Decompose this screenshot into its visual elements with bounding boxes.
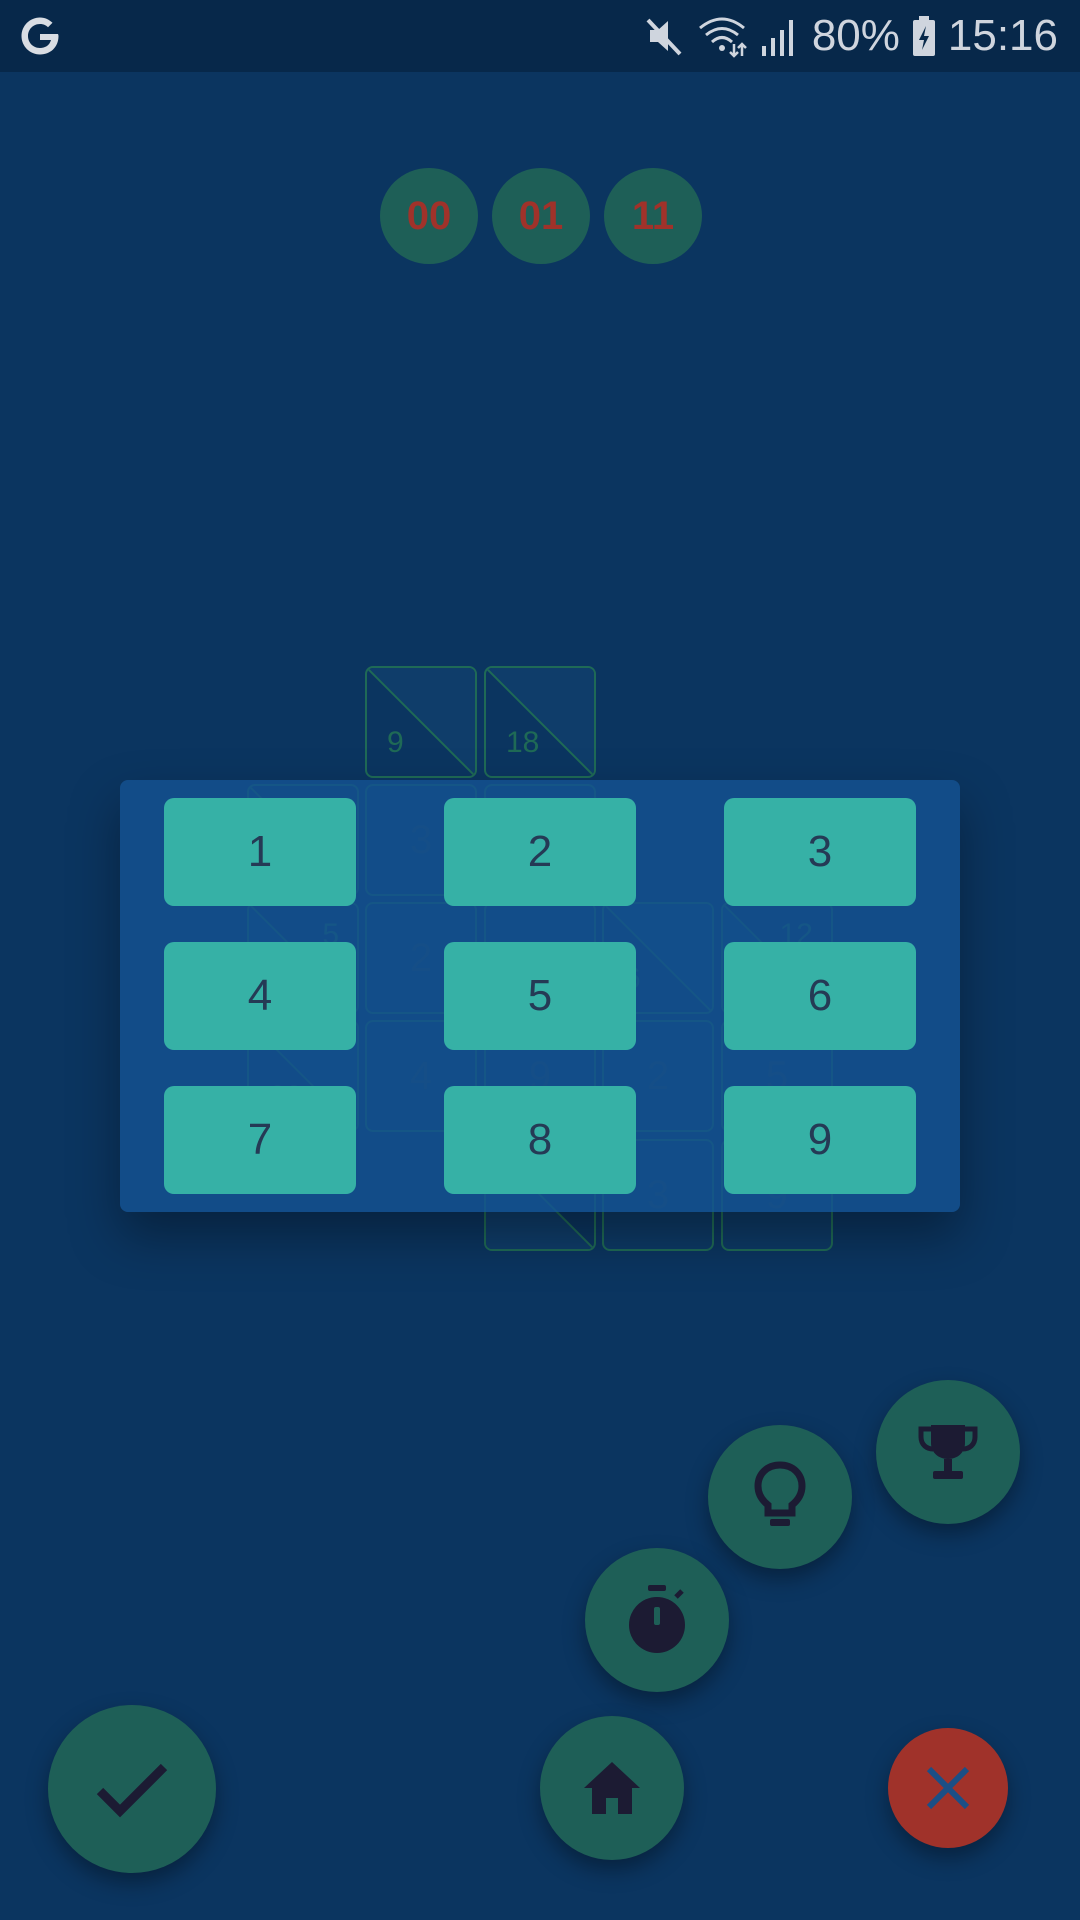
number-button-3[interactable]: 3 — [724, 798, 916, 906]
google-g-icon — [21, 17, 59, 55]
mute-icon — [646, 18, 682, 56]
number-button-1[interactable]: 1 — [164, 798, 356, 906]
timer-minutes: 01 — [492, 168, 590, 264]
check-icon — [96, 1763, 168, 1818]
number-button-4[interactable]: 4 — [164, 942, 356, 1050]
clue-cell: 9 — [365, 666, 477, 778]
elapsed-timer: 00 01 11 — [380, 168, 702, 264]
clue-cell: 18 — [484, 666, 596, 778]
number-picker-dialog: 1 2 3 4 5 6 7 8 9 — [120, 780, 960, 1212]
check-button[interactable] — [48, 1705, 216, 1873]
lightbulb-icon — [754, 1461, 806, 1526]
signal-icon — [761, 20, 793, 56]
battery-percent: 80% — [811, 11, 900, 60]
number-button-5[interactable]: 5 — [444, 942, 636, 1050]
status-bar: 80% 15:16 — [0, 0, 1080, 72]
hint-button[interactable] — [708, 1425, 852, 1569]
home-icon — [584, 1762, 640, 1814]
number-button-2[interactable]: 2 — [444, 798, 636, 906]
trophy-button[interactable] — [876, 1380, 1020, 1524]
stopwatch-icon — [629, 1585, 685, 1653]
home-button[interactable] — [540, 1716, 684, 1860]
wifi-icon — [698, 17, 747, 58]
close-icon — [926, 1766, 970, 1810]
timer-toggle-button[interactable] — [585, 1548, 729, 1692]
number-button-7[interactable]: 7 — [164, 1086, 356, 1194]
timer-hours: 00 — [380, 168, 478, 264]
clue-down-value: 18 — [506, 726, 540, 759]
number-button-8[interactable]: 8 — [444, 1086, 636, 1194]
timer-seconds: 11 — [604, 168, 702, 264]
battery-charging-icon — [912, 16, 935, 56]
close-button[interactable] — [888, 1728, 1008, 1848]
number-button-6[interactable]: 6 — [724, 942, 916, 1050]
trophy-icon — [918, 1425, 978, 1479]
number-button-9[interactable]: 9 — [724, 1086, 916, 1194]
clock-time: 15:16 — [947, 11, 1058, 60]
clue-down-value: 9 — [387, 726, 404, 759]
